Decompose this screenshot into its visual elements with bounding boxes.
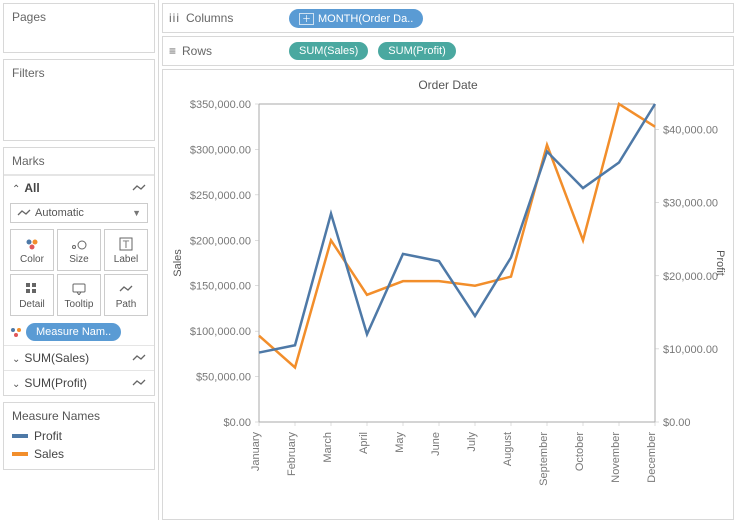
svg-text:June: June: [430, 432, 442, 456]
svg-text:April: April: [358, 432, 370, 454]
chart-title: Order Date: [167, 78, 729, 92]
svg-text:May: May: [394, 432, 406, 453]
svg-text:$200,000.00: $200,000.00: [190, 235, 251, 247]
svg-text:$40,000.00: $40,000.00: [663, 125, 718, 137]
marks-detail-button[interactable]: Detail: [10, 274, 54, 316]
color-icon: [25, 236, 39, 252]
mark-type-dropdown[interactable]: Automatic ▼: [10, 203, 148, 223]
svg-text:July: July: [466, 432, 478, 452]
line-icon: [17, 208, 31, 218]
svg-text:September: September: [538, 432, 550, 486]
color-icon: [10, 326, 22, 338]
svg-text:T: T: [123, 239, 130, 251]
filters-label: Filters: [4, 60, 154, 86]
svg-text:February: February: [286, 432, 298, 477]
svg-text:$350,000.00: $350,000.00: [190, 99, 251, 111]
marks-tooltip-button[interactable]: Tooltip: [57, 274, 101, 316]
svg-text:August: August: [502, 432, 514, 466]
svg-text:January: January: [250, 432, 262, 472]
svg-text:October: October: [574, 432, 586, 471]
columns-icon: iii: [169, 11, 180, 25]
columns-shelf[interactable]: iiiColumns ＋MONTH(Order Da..: [162, 3, 734, 33]
svg-text:Profit: Profit: [714, 250, 726, 276]
line-icon: [132, 183, 146, 193]
svg-text:$20,000.00: $20,000.00: [663, 271, 718, 283]
svg-text:$30,000.00: $30,000.00: [663, 198, 718, 210]
legend-card: Measure Names ProfitSales: [3, 402, 155, 470]
line-icon: [132, 378, 146, 388]
marks-card: Marks ⌃All Automatic ▼ Color Size TLabel…: [3, 147, 155, 396]
filters-shelf[interactable]: Filters: [3, 59, 155, 141]
marks-all-row[interactable]: ⌃All: [4, 175, 154, 200]
label-icon: T: [119, 236, 133, 252]
svg-text:$150,000.00: $150,000.00: [190, 281, 251, 293]
tooltip-icon: [72, 281, 86, 297]
svg-text:$100,000.00: $100,000.00: [190, 326, 251, 338]
path-icon: [119, 281, 133, 297]
svg-text:November: November: [610, 432, 622, 483]
svg-text:March: March: [322, 432, 334, 463]
marks-path-button[interactable]: Path: [104, 274, 148, 316]
marks-sum-profit-row[interactable]: ⌄SUM(Profit): [4, 370, 154, 395]
rows-shelf[interactable]: ≡Rows SUM(Sales) SUM(Profit): [162, 36, 734, 66]
legend-item[interactable]: Profit: [12, 427, 146, 445]
columns-pill-month[interactable]: ＋MONTH(Order Da..: [289, 9, 423, 28]
chevron-down-icon: ⌃: [12, 184, 20, 195]
legend-item[interactable]: Sales: [12, 445, 146, 463]
chart-viz[interactable]: Order Date $0.00 $50,000.00 $100,000.00 $15…: [162, 69, 734, 520]
chevron-icon: ⌄: [12, 354, 20, 365]
svg-text:$10,000.00: $10,000.00: [663, 344, 718, 356]
marks-color-pill[interactable]: Measure Nam..: [26, 323, 121, 341]
svg-text:Sales: Sales: [172, 249, 184, 277]
marks-size-button[interactable]: Size: [57, 229, 101, 271]
pages-label: Pages: [4, 4, 154, 30]
line-icon: [132, 353, 146, 363]
legend-title: Measure Names: [12, 409, 146, 423]
size-icon: [71, 236, 87, 252]
legend-swatch: [12, 452, 28, 456]
pages-shelf[interactable]: Pages: [3, 3, 155, 53]
rows-icon: ≡: [169, 44, 176, 58]
chevron-icon: ⌄: [12, 379, 20, 390]
marks-label: Marks: [4, 148, 154, 175]
marks-color-button[interactable]: Color: [10, 229, 54, 271]
rows-pill-profit[interactable]: SUM(Profit): [378, 42, 455, 60]
svg-text:$250,000.00: $250,000.00: [190, 190, 251, 202]
marks-sum-sales-row[interactable]: ⌄SUM(Sales): [4, 345, 154, 370]
marks-label-button[interactable]: TLabel: [104, 229, 148, 271]
svg-text:$0.00: $0.00: [223, 417, 251, 429]
detail-icon: [26, 281, 38, 297]
legend-swatch: [12, 434, 28, 438]
svg-text:$50,000.00: $50,000.00: [196, 372, 251, 384]
rows-pill-sales[interactable]: SUM(Sales): [289, 42, 368, 60]
svg-text:$0.00: $0.00: [663, 417, 691, 429]
svg-text:$300,000.00: $300,000.00: [190, 144, 251, 156]
svg-text:December: December: [646, 432, 658, 483]
dropdown-arrow-icon: ▼: [132, 208, 141, 218]
